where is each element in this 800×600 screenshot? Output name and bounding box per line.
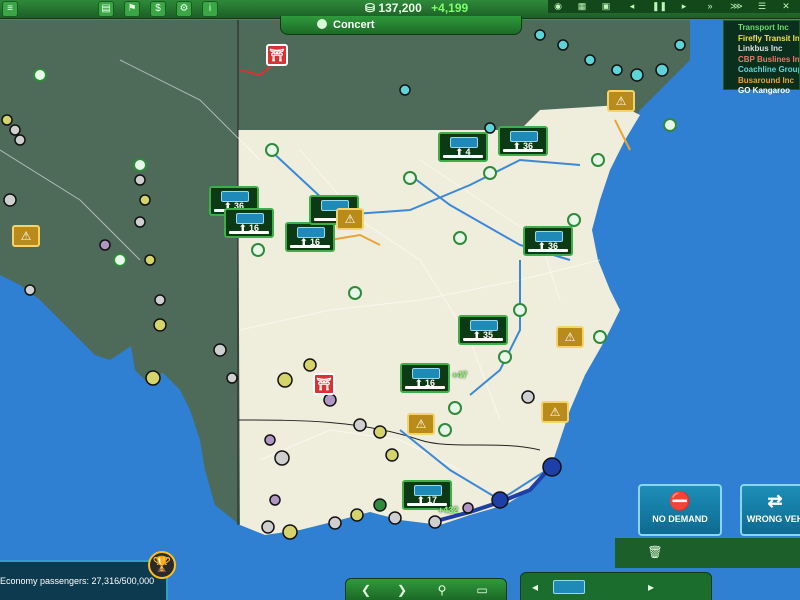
no-demand-icon: ⛔ <box>668 491 692 511</box>
game-stage: ≡ ▤ ⚑ $ ⚙ i ⛁ 137,200 +4,199 Concert ◉ ▦… <box>0 0 800 600</box>
route-card[interactable]: ⬆ 36 <box>523 226 573 256</box>
fastest-icon[interactable]: ⋙ <box>730 1 743 11</box>
warning-icon[interactable]: ⚠ <box>407 413 435 435</box>
bus-icon <box>553 580 585 594</box>
legend-item: Busaround Inc <box>738 75 795 85</box>
wrong-vehicle-label: WRONG VEH <box>746 514 800 524</box>
warning-icon[interactable]: ⚠ <box>541 401 569 423</box>
income-gain: +47 <box>452 370 468 380</box>
money-gain: +4,199 <box>431 1 469 15</box>
warning-icon[interactable]: ⚠ <box>607 90 635 112</box>
route-card[interactable]: ⬆ 35 <box>458 315 508 345</box>
arrow-right-icon[interactable]: ❯ <box>394 582 410 598</box>
economy-passengers: Economy passengers: 27,316/500,000 <box>0 576 155 586</box>
arrow-left-icon[interactable]: ◂ <box>527 579 543 595</box>
arrow-right-icon[interactable]: ▸ <box>643 579 659 595</box>
legend-item: Coachline Group <box>738 65 799 74</box>
trash-icon[interactable]: 🗑 <box>645 543 665 561</box>
capacity-bar <box>405 386 445 389</box>
chart-icon[interactable]: ▦ <box>576 1 588 11</box>
finance-button[interactable]: $ <box>150 1 166 17</box>
fast-icon[interactable]: » <box>704 1 716 11</box>
vehicle-tray <box>615 538 800 568</box>
folder-icon[interactable]: ▭ <box>474 582 490 598</box>
capacity-bar <box>443 155 483 158</box>
menu-button[interactable]: ≡ <box>2 1 18 17</box>
rewind-icon[interactable]: ◂ <box>626 1 638 11</box>
bottom-toolbar: ❮ ❯ ⚲ ▭ <box>345 578 507 600</box>
arrow-left-icon[interactable]: ❮ <box>358 582 374 598</box>
coin-icon: ⛁ <box>365 1 376 15</box>
capacity-bar <box>463 338 503 341</box>
options-icon[interactable]: ☰ <box>756 1 768 11</box>
pin-icon <box>317 19 327 29</box>
economy-panel: Economy passengers: 27,316/500,000 <box>0 560 168 600</box>
gate-marker-icon[interactable]: ⛩ <box>313 373 335 395</box>
wrong-vehicle-icon: ⇄ <box>767 491 783 511</box>
stats-button[interactable]: ▤ <box>98 1 114 17</box>
warning-icon[interactable]: ⚠ <box>556 326 584 348</box>
pause-icon[interactable]: ❚❚ <box>652 1 667 11</box>
legend-item: Linkbus Inc <box>738 44 783 53</box>
location-icon[interactable]: ⚲ <box>434 582 450 598</box>
company-legend: Transport Inc Firefly Transit In Linkbus… <box>723 20 800 95</box>
map-icon[interactable]: ▣ <box>600 1 612 11</box>
no-demand-button[interactable]: ⛔ NO DEMAND <box>638 484 722 536</box>
route-card[interactable]: ⬆ 36 <box>498 126 548 156</box>
settings-button[interactable]: ⚙ <box>176 1 192 17</box>
route-card[interactable]: ⬆ 16 <box>400 363 450 393</box>
capacity-bar <box>503 149 543 152</box>
info-button[interactable]: i <box>202 1 218 17</box>
income-gain: +432 <box>438 505 459 515</box>
capacity-bar <box>229 231 269 234</box>
speed-controls: ◉ ▦ ▣ ◂ ❚❚ ▸ » ⋙ ☰ ✕ <box>548 0 800 13</box>
route-card[interactable]: ⬆ 4 <box>438 132 488 162</box>
capacity-bar <box>528 249 568 252</box>
no-demand-label: NO DEMAND <box>652 514 708 524</box>
legend-item: CBP Buslines Inc <box>738 54 799 64</box>
gate-marker-icon[interactable]: ⛩ <box>266 44 288 66</box>
legend-item: GO Kangaroo <box>738 86 791 95</box>
trophy-icon[interactable]: 🏆 <box>148 551 176 579</box>
warning-icon[interactable]: ⚠ <box>336 208 364 230</box>
warning-icon[interactable]: ⚠ <box>12 225 40 247</box>
capacity-bar <box>290 245 330 248</box>
close-icon[interactable]: ✕ <box>780 1 792 11</box>
event-banner[interactable]: Concert <box>280 16 522 35</box>
routes-button[interactable]: ⚑ <box>124 1 140 17</box>
play-icon[interactable]: ▸ <box>678 1 690 11</box>
money-value: 137,200 <box>378 1 422 15</box>
eye-icon[interactable]: ◉ <box>552 1 564 11</box>
route-card[interactable]: ⬆ 16 <box>285 222 335 252</box>
money-display: ⛁ 137,200 +4,199 <box>365 0 468 16</box>
legend-item: Transport Inc <box>738 23 789 32</box>
vehicle-selector[interactable]: ◂ ▸ <box>520 572 712 600</box>
legend-item: Firefly Transit In <box>738 33 799 43</box>
route-card[interactable]: ⬆ 16 <box>224 208 274 238</box>
wrong-vehicle-button[interactable]: ⇄ WRONG VEH <box>740 484 800 536</box>
event-label: Concert <box>333 19 375 31</box>
